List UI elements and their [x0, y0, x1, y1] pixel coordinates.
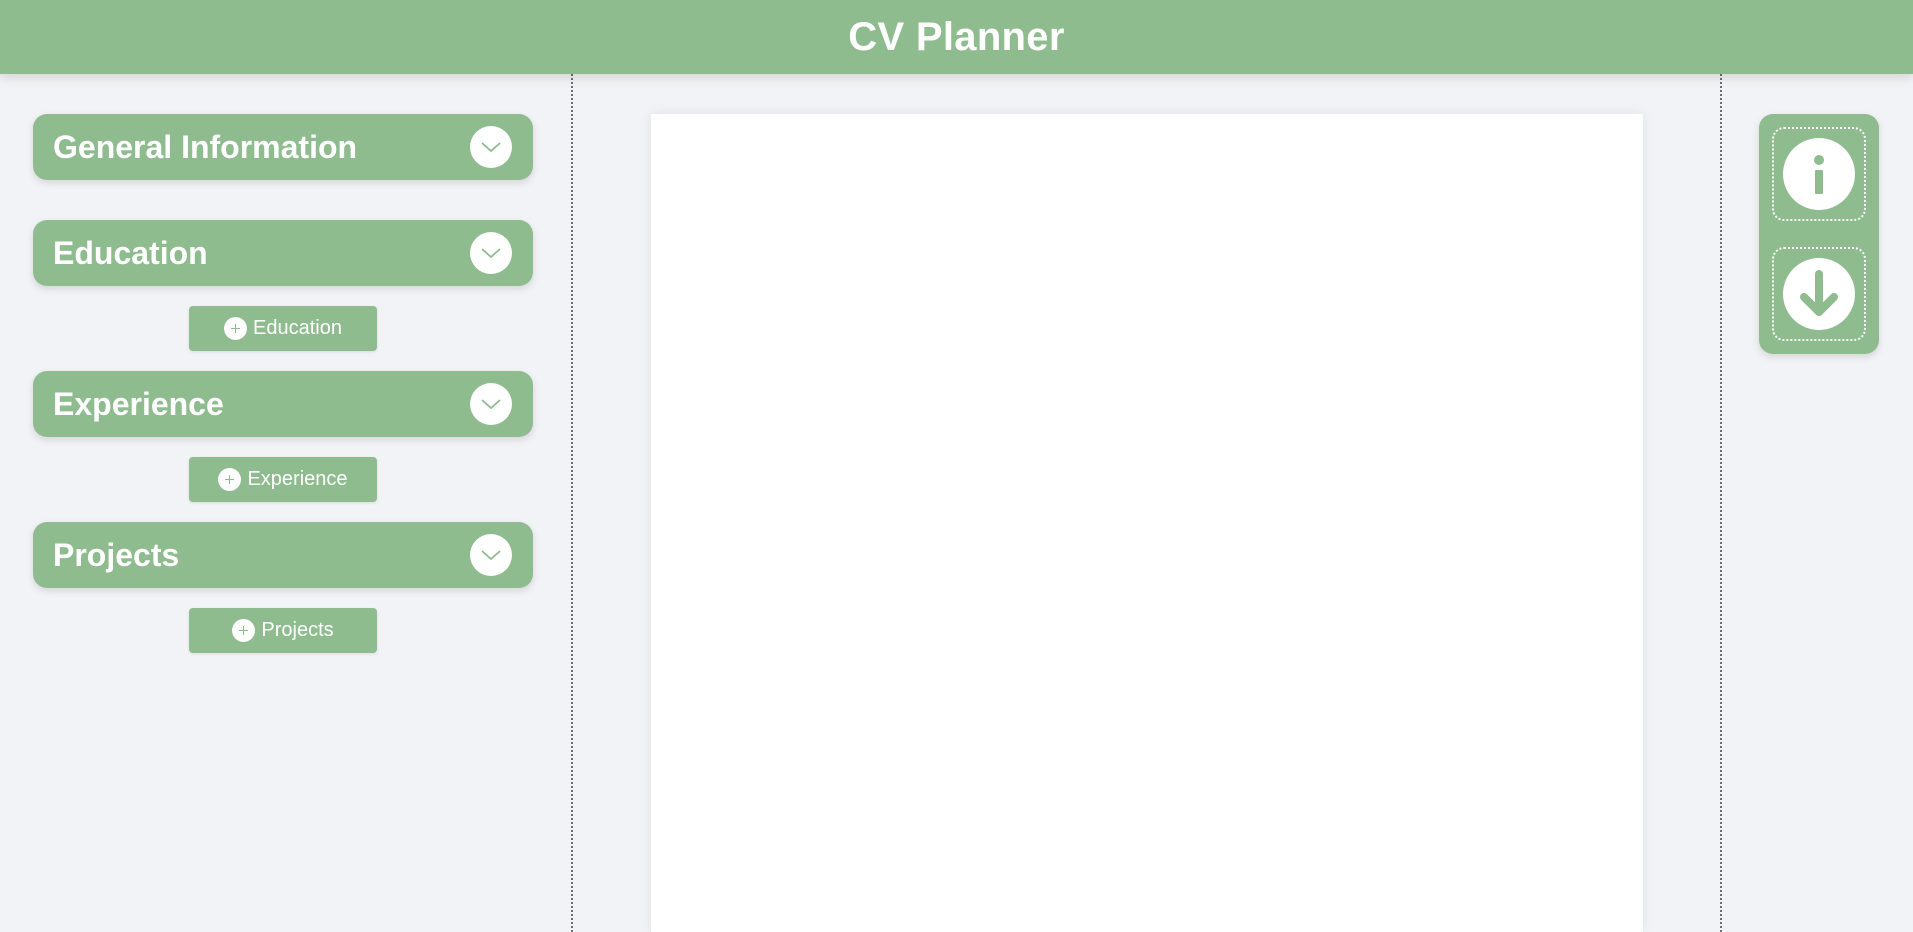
download-icon — [1783, 258, 1855, 330]
section-education[interactable]: Education — [33, 220, 533, 286]
expand-button[interactable] — [470, 534, 512, 576]
add-education-button[interactable]: Education — [189, 306, 377, 351]
add-experience-button[interactable]: Experience — [189, 457, 377, 502]
right-divider — [1720, 74, 1722, 932]
add-button-label: Experience — [247, 468, 348, 490]
add-projects-button[interactable]: Projects — [189, 608, 377, 653]
plus-icon — [232, 619, 256, 642]
expand-button[interactable] — [470, 126, 512, 168]
expand-button[interactable] — [470, 383, 512, 425]
sidebar: General Information Education Education … — [0, 74, 571, 932]
action-toolbar — [1759, 114, 1879, 354]
section-title: General Information — [53, 128, 358, 165]
chevron-down-icon — [481, 550, 501, 561]
chevron-down-icon — [481, 248, 501, 259]
section-general-information[interactable]: General Information — [33, 114, 533, 180]
expand-button[interactable] — [470, 232, 512, 274]
section-title: Education — [53, 234, 208, 271]
cv-preview-page — [651, 114, 1643, 932]
chevron-down-icon — [481, 399, 501, 410]
section-projects[interactable]: Projects — [33, 522, 533, 588]
download-button[interactable] — [1772, 247, 1866, 341]
app-header: CV Planner — [0, 0, 1913, 74]
add-button-label: Education — [253, 317, 342, 339]
left-divider — [571, 74, 573, 932]
plus-icon — [218, 468, 242, 491]
section-experience[interactable]: Experience — [33, 371, 533, 437]
plus-icon — [224, 317, 248, 340]
page-title: CV Planner — [848, 14, 1065, 59]
chevron-down-icon — [481, 142, 501, 153]
info-button[interactable] — [1772, 127, 1866, 221]
add-button-label: Projects — [261, 619, 334, 641]
section-title: Projects — [53, 536, 180, 573]
info-icon — [1783, 138, 1855, 210]
section-title: Experience — [53, 385, 224, 422]
